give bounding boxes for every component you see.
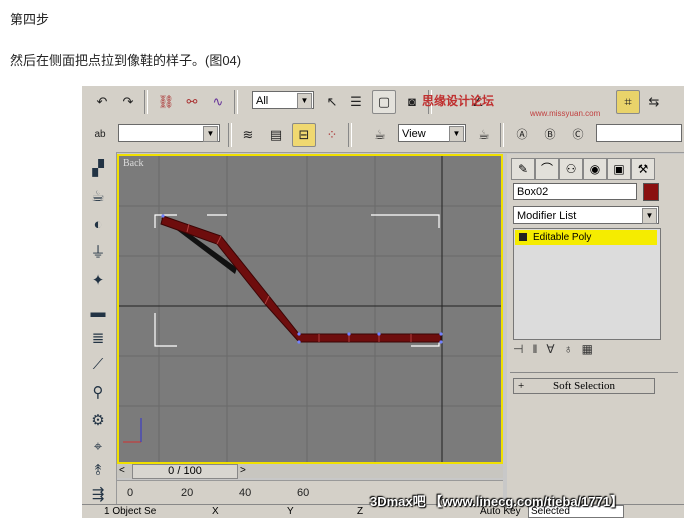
selection-filter-value: All	[256, 95, 269, 107]
separator	[144, 90, 148, 114]
hierarchy-tab-icon[interactable]: ⚇	[559, 158, 583, 180]
text-abc-icon[interactable]: ab	[88, 123, 112, 147]
separator	[234, 90, 238, 114]
track-tick: 0	[127, 487, 134, 499]
named-sets-dropdown[interactable]: ▼	[118, 124, 220, 142]
render-preset-field[interactable]	[596, 124, 682, 142]
rollout-divider	[510, 372, 678, 373]
viewport-back[interactable]: Back	[117, 154, 503, 464]
stack-item-editable-poly[interactable]: Editable Poly	[515, 230, 657, 245]
object-name-field[interactable]: Box02	[513, 183, 637, 200]
watermark-bottom: 3Dmax吧 【www.linecg.com/tieba/1771】	[370, 494, 624, 509]
chevron-down-icon: ▼	[449, 126, 464, 142]
teapot-icon[interactable]: ☕	[87, 186, 109, 208]
material-editor-icon[interactable]: ⁘	[320, 123, 344, 147]
mirror-icon[interactable]: ⇆	[642, 90, 666, 114]
track-tick: 20	[181, 487, 194, 499]
article-text: 然后在侧面把点拉到像鞋的样子。(图04)	[10, 53, 242, 68]
layers-icon[interactable]: ≋	[236, 123, 260, 147]
z-coord-label: Z	[357, 506, 364, 517]
watermark-top-url: www.missyuan.com	[530, 109, 601, 118]
window-crossing-icon[interactable]: ◙	[400, 90, 424, 114]
soft-selection-label: Soft Selection	[552, 380, 616, 392]
a-teapot-icon[interactable]: Ⓐ	[510, 123, 534, 147]
left-toolbar: ▞ ☕ ◐ ⏚ ✦ ▬ ≣ ⟋ ⚲ ⚙ ⌖ ⥉ ⇶	[82, 152, 117, 518]
secondary-toolbar: ab ▼ ≋ ▤ ⊟ ⁘ ☕ View ▼ ☕ Ⓐ Ⓑ Ⓒ	[82, 118, 684, 153]
create-box-icon[interactable]: ▞	[87, 158, 109, 180]
cylinder-icon[interactable]: ≣	[87, 328, 109, 350]
curve-editor-icon[interactable]: ▤	[264, 123, 288, 147]
chevron-down-icon: ▼	[203, 126, 218, 142]
configure-sets-icon[interactable]: ▦	[582, 342, 602, 356]
schematic-view-icon[interactable]: ⊟	[292, 123, 316, 147]
ref-coord-dropdown[interactable]: View ▼	[398, 124, 466, 142]
box-shape-icon[interactable]: ▬	[87, 302, 109, 324]
stack-item-label: Editable Poly	[533, 232, 592, 243]
viewport-canvas	[119, 156, 501, 462]
track-tick: 40	[239, 487, 252, 499]
select-by-name-icon[interactable]: ☰	[344, 90, 368, 114]
select-object-icon[interactable]: ↖	[320, 90, 344, 114]
stack-tools: ⊣‖∀♁▦	[513, 342, 659, 360]
expand-icon[interactable]	[519, 233, 527, 242]
separator	[500, 123, 504, 147]
time-slider[interactable]: < 0 / 100 >	[117, 464, 503, 479]
watermark-top: 思缘设计论坛	[422, 94, 495, 108]
max-window: ↶ ↷ ⛓ ⚯ ∿ All ▼ ↖ ☰ ▢ ◙ ³ ∠ ⌗ ⇆ ab ▼ ≋ ▤…	[82, 86, 684, 518]
time-next-button[interactable]: >	[240, 465, 250, 477]
rollout-plus-icon: +	[518, 380, 525, 392]
modifier-stack: Editable Poly	[513, 228, 661, 340]
modifier-list-dropdown[interactable]: Modifier List ▼	[513, 206, 659, 224]
sphere-icon[interactable]: ◐	[87, 214, 109, 236]
bend-icon[interactable]: ⟋	[87, 354, 109, 376]
chevron-down-icon: ▼	[297, 93, 312, 109]
selection-count: 1 Object Se	[104, 506, 157, 517]
command-panel: ✎ ⌒ ⚇ ◉ ▣ ⚒ Box02 Modifier List ▼ Editab…	[507, 154, 684, 518]
modifier-list-label: Modifier List	[517, 210, 577, 222]
ref-coord-value: View	[402, 128, 426, 140]
time-slider-thumb[interactable]: 0 / 100	[132, 464, 238, 479]
quick-render-icon[interactable]: ☕	[472, 123, 496, 147]
rect-selection-icon[interactable]: ▢	[372, 90, 396, 114]
motion-tab-icon[interactable]: ◉	[583, 158, 607, 180]
undo-icon[interactable]: ↶	[90, 90, 114, 114]
redo-icon[interactable]: ↷	[116, 90, 140, 114]
pin-stack-icon[interactable]: ⊣	[513, 342, 532, 356]
c-teapot-icon[interactable]: Ⓒ	[566, 123, 590, 147]
modify-tab-icon[interactable]: ⌒	[535, 158, 559, 180]
object-color-swatch[interactable]	[643, 183, 659, 201]
display-tab-icon[interactable]: ▣	[607, 158, 631, 180]
bind-space-warp-icon[interactable]: ∿	[206, 90, 230, 114]
space-warp-icon[interactable]: ⥉	[87, 460, 109, 482]
x-coord-label: X	[212, 506, 219, 517]
utilities-tab-icon[interactable]: ⚒	[631, 158, 655, 180]
track-tick: 60	[297, 487, 310, 499]
plane-icon[interactable]: ⏚	[87, 242, 109, 264]
separator	[228, 123, 232, 147]
shoe-profile	[160, 215, 442, 343]
named-selection-icon[interactable]: ⌗	[616, 90, 640, 114]
star-icon[interactable]: ✦	[87, 270, 109, 292]
separator	[348, 123, 352, 147]
selection-filter-dropdown[interactable]: All ▼	[252, 91, 314, 109]
gear-icon[interactable]: ⚙	[87, 410, 109, 432]
systems-icon[interactable]: ⇶	[87, 484, 109, 506]
link-icon[interactable]: ⛓	[154, 90, 178, 114]
y-coord-label: Y	[287, 506, 294, 517]
show-end-result-icon[interactable]: ‖	[532, 342, 546, 356]
grid-lines	[119, 156, 501, 462]
time-prev-button[interactable]: <	[119, 465, 129, 477]
soft-selection-rollout[interactable]: + Soft Selection	[513, 378, 655, 394]
remove-modifier-icon[interactable]: ♁	[564, 342, 582, 356]
make-unique-icon[interactable]: ∀	[546, 342, 563, 356]
step-title: 第四步	[10, 12, 50, 27]
helper-icon[interactable]: ⌖	[87, 436, 109, 458]
b-teapot-icon[interactable]: Ⓑ	[538, 123, 562, 147]
create-tab-icon[interactable]: ✎	[511, 158, 535, 180]
unlink-icon[interactable]: ⚯	[180, 90, 204, 114]
wrench-icon[interactable]: ⚲	[87, 382, 109, 404]
chevron-down-icon: ▼	[642, 208, 657, 224]
render-teapot-icon[interactable]: ☕	[368, 123, 392, 147]
